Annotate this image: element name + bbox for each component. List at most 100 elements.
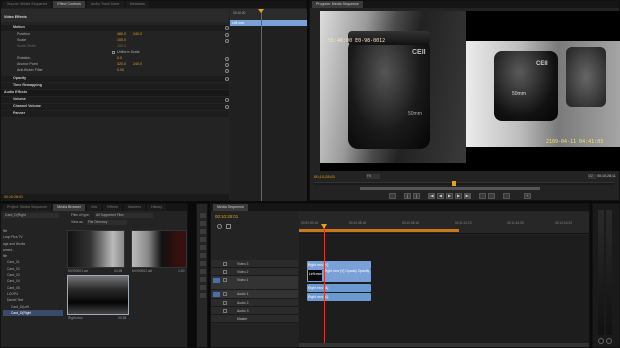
playhead-handle-icon[interactable] <box>258 9 264 13</box>
track-video-3[interactable]: Video 3 <box>211 260 298 268</box>
snap-icon[interactable] <box>217 224 222 229</box>
clip-audio-1[interactable]: Right.mov [A] <box>307 284 371 292</box>
tab-metadata[interactable]: Metadata <box>125 1 149 8</box>
program-playhead-icon[interactable] <box>452 181 456 186</box>
timeline-playhead-handle-icon[interactable] <box>321 224 327 229</box>
extract-button[interactable] <box>488 193 495 199</box>
track-audio-2[interactable]: Audio 2 <box>211 299 298 307</box>
rate-stretch-tool-icon[interactable] <box>199 244 207 251</box>
marker-icon[interactable] <box>226 224 231 229</box>
eye-icon[interactable] <box>223 270 227 274</box>
uniform-scale-checkbox[interactable] <box>112 51 115 54</box>
reset-icon[interactable] <box>225 57 229 61</box>
position-y[interactable]: 240.0 <box>133 32 142 38</box>
tab-program[interactable]: Program: Media Sequence <box>312 1 363 8</box>
source-patch-v1[interactable] <box>213 278 220 283</box>
media-thumb-1[interactable] <box>67 230 125 268</box>
tree-item[interactable]: Card_D(Right <box>3 309 63 317</box>
anchor-y[interactable]: 240.0 <box>133 62 142 68</box>
quality-dropdown[interactable]: 1/2 <box>588 174 596 179</box>
position-x[interactable]: 480.0 <box>117 32 126 38</box>
tab-media-browser[interactable]: Media Browser <box>53 204 86 211</box>
volume-row[interactable]: Volume <box>1 97 229 103</box>
reset-icon[interactable] <box>225 39 229 43</box>
reset-icon[interactable] <box>225 69 229 73</box>
scale-value[interactable]: 100.0 <box>117 38 126 44</box>
tab-history[interactable]: History <box>147 204 167 211</box>
go-to-in-button[interactable]: |◀ <box>428 193 435 199</box>
tab-source[interactable]: Source: Media Sequence <box>3 1 52 8</box>
tab-sequence[interactable]: Media Sequence <box>213 204 248 211</box>
track-audio-3[interactable]: Audio 3 <box>211 307 298 315</box>
speaker-icon[interactable] <box>223 292 227 296</box>
anchor-x[interactable]: 320.0 <box>117 62 126 68</box>
timeline-timecode[interactable]: 00:10:28:01 <box>215 214 238 219</box>
selection-tool-icon[interactable] <box>199 212 207 219</box>
drive-dropdown[interactable]: Card_D(Right <box>3 213 59 218</box>
step-back-button[interactable]: ◀ <box>437 193 444 199</box>
solo-button-right[interactable] <box>606 338 612 344</box>
fit-dropdown[interactable]: Fit <box>366 174 380 179</box>
reset-icon[interactable] <box>225 33 229 37</box>
speaker-icon[interactable] <box>223 309 227 313</box>
ec-clip[interactable]: Left.mov <box>230 20 307 26</box>
track-master[interactable]: Master <box>211 315 298 323</box>
media-thumb-3[interactable] <box>67 275 129 315</box>
add-marker-button[interactable] <box>389 193 396 199</box>
motion-row[interactable]: Motion <box>1 25 229 31</box>
view-as-dropdown[interactable]: File Directory <box>87 220 127 225</box>
reset-icon[interactable] <box>225 63 229 67</box>
ripple-edit-tool-icon[interactable] <box>199 228 207 235</box>
pen-tool-icon[interactable] <box>199 276 207 283</box>
program-timecode[interactable]: 00;10;28;01 <box>314 174 335 179</box>
ec-ruler[interactable]: 00:10:00 <box>230 9 307 20</box>
files-type-dropdown[interactable]: All Supported Files <box>95 213 153 218</box>
mark-out-button[interactable]: } <box>413 193 420 199</box>
razor-tool-icon[interactable] <box>199 252 207 259</box>
hand-tool-icon[interactable] <box>199 284 207 291</box>
speaker-icon[interactable] <box>223 301 227 305</box>
tab-info[interactable]: Info <box>87 204 102 211</box>
track-video-2[interactable]: Video 2 <box>211 268 298 276</box>
source-patch-a1[interactable] <box>213 292 220 297</box>
mark-in-button[interactable]: { <box>404 193 411 199</box>
lift-button[interactable] <box>479 193 486 199</box>
play-button[interactable]: ▶ <box>446 193 453 199</box>
zoom-tool-icon[interactable] <box>199 292 207 299</box>
clip-video-1-right[interactable]: Right.mov [V] Opacity Opacity <box>323 269 371 282</box>
reset-icon[interactable] <box>225 105 229 109</box>
tab-markers[interactable]: Markers <box>124 204 146 211</box>
button-editor-button[interactable]: + <box>524 193 531 199</box>
program-zoom-bar[interactable] <box>360 187 540 190</box>
clip-video-1-left[interactable]: Left.mov <box>307 269 323 282</box>
eye-icon[interactable] <box>223 278 227 282</box>
reset-icon[interactable] <box>225 98 229 102</box>
media-thumb-2[interactable] <box>131 230 187 268</box>
track-select-tool-icon[interactable] <box>199 220 207 227</box>
ec-timecode[interactable]: 00:10:28:01 <box>4 195 23 199</box>
rolling-edit-tool-icon[interactable] <box>199 236 207 243</box>
go-to-out-button[interactable]: ▶| <box>464 193 471 199</box>
channel-volume-row[interactable]: Channel Volume <box>1 104 229 110</box>
solo-button-left[interactable] <box>598 338 604 344</box>
tab-effect-controls[interactable]: Effect Controls <box>53 1 85 8</box>
clip-audio-2[interactable]: Right.mov [A] <box>307 293 371 301</box>
opacity-row[interactable]: Opacity <box>1 76 229 82</box>
tab-project[interactable]: Project: Media Sequence <box>3 204 52 211</box>
program-scrubber[interactable] <box>314 182 614 185</box>
time-remap-row[interactable]: Time Remapping <box>1 83 229 89</box>
rotation-value[interactable]: 0.0 <box>117 56 122 62</box>
eye-icon[interactable] <box>223 262 227 266</box>
reset-icon[interactable] <box>225 26 229 30</box>
reset-icon[interactable] <box>225 77 229 81</box>
step-forward-button[interactable]: ▶ <box>455 193 462 199</box>
tab-effects[interactable]: Effects <box>103 204 123 211</box>
track-audio-1[interactable]: Audio 1 <box>211 290 298 299</box>
timeline-scrollbar[interactable] <box>299 343 589 347</box>
export-frame-button[interactable] <box>503 193 510 199</box>
anti-flicker-value[interactable]: 0.00 <box>117 68 124 74</box>
panner-row[interactable]: Panner <box>1 111 229 117</box>
slip-tool-icon[interactable] <box>199 260 207 267</box>
slide-tool-icon[interactable] <box>199 268 207 275</box>
work-area-bar[interactable] <box>299 229 459 232</box>
